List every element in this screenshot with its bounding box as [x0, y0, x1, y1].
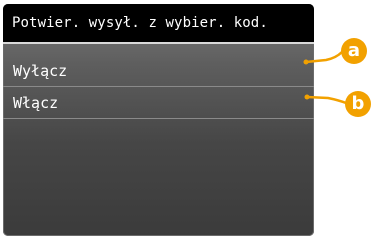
lcd-screen: Potwier. wysył. z wybier. kod. Wyłącz Wł…: [3, 4, 314, 236]
device-panel: Potwier. wysył. z wybier. kod. Wyłącz Wł…: [0, 0, 378, 240]
title-bar: Potwier. wysył. z wybier. kod.: [3, 4, 314, 44]
screen-title: Potwier. wysył. z wybier. kod.: [12, 15, 268, 31]
callout-a-badge: a: [341, 38, 367, 64]
menu-item-label: Wyłącz: [13, 61, 68, 80]
menu-item-label: Włącz: [13, 93, 59, 112]
callout-b-badge: b: [345, 91, 371, 117]
menu-item-off[interactable]: Wyłącz: [3, 55, 314, 87]
menu-item-on[interactable]: Włącz: [3, 87, 314, 119]
